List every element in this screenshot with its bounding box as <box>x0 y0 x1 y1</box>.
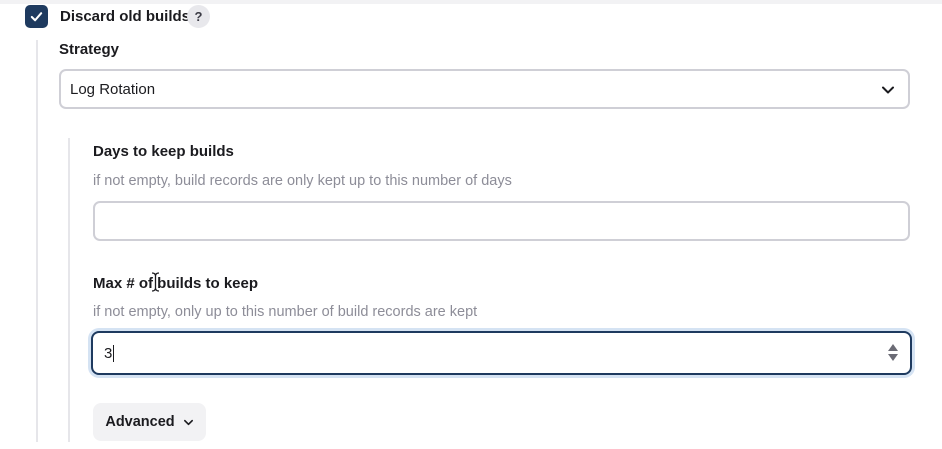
check-icon <box>30 12 43 22</box>
discard-old-builds-section: Discard old builds ? Strategy Log Rotati… <box>0 0 942 449</box>
strategy-label: Strategy <box>59 41 120 58</box>
help-button[interactable]: ? <box>187 5 210 28</box>
advanced-button[interactable]: Advanced <box>93 403 206 441</box>
top-strip <box>0 0 942 4</box>
chevron-down-icon <box>183 419 193 425</box>
discard-old-builds-checkbox[interactable] <box>25 5 48 28</box>
discard-old-builds-label[interactable]: Discard old builds <box>60 8 190 25</box>
text-caret <box>113 344 115 362</box>
chevron-down-icon <box>882 86 894 94</box>
max-builds-value: 3 <box>104 344 113 362</box>
max-builds-input[interactable]: 3 <box>91 331 912 375</box>
strategy-select[interactable]: Log Rotation <box>59 69 910 109</box>
strategy-selected-value: Log Rotation <box>70 80 156 98</box>
max-builds-help: if not empty, only up to this number of … <box>93 304 478 320</box>
strategy-indent-line <box>68 138 70 442</box>
days-to-keep-label: Days to keep builds <box>93 143 234 160</box>
max-builds-label: Max # of builds to keep <box>93 275 259 292</box>
advanced-label: Advanced <box>105 414 175 430</box>
text-cursor-icon <box>151 272 160 292</box>
section-indent-line <box>36 40 38 442</box>
days-to-keep-input[interactable] <box>93 201 910 241</box>
days-to-keep-help: if not empty, build records are only kep… <box>93 173 512 189</box>
spinner-arrows-icon[interactable] <box>888 344 898 361</box>
